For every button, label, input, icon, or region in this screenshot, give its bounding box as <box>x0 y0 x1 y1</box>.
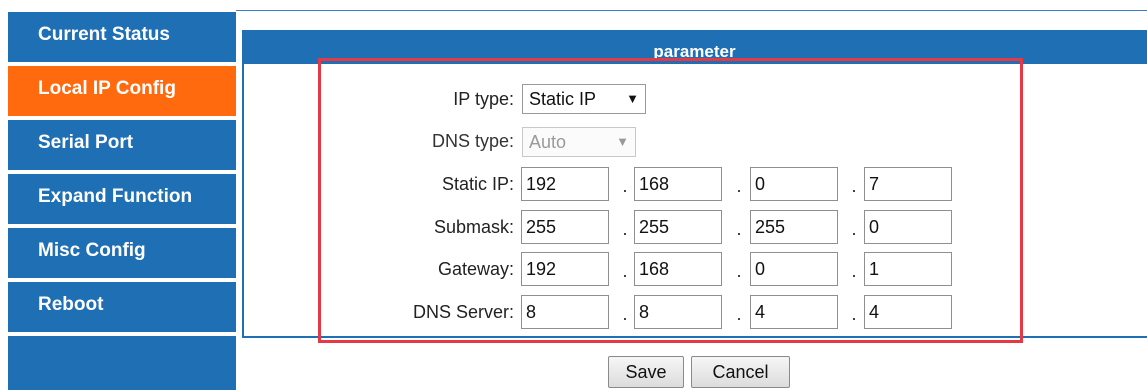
ip-type-value: Static IP <box>529 89 597 109</box>
dns-server-label: DNS Server: <box>412 302 514 322</box>
octet-separator: . <box>736 219 742 239</box>
ip-type-select[interactable]: Static IP ▼ <box>522 84 646 114</box>
submask-octet-2[interactable] <box>634 210 722 244</box>
dns-server-octet-2[interactable] <box>634 295 722 329</box>
octet-separator: . <box>736 304 742 324</box>
cancel-button[interactable]: Cancel <box>691 356 790 388</box>
sidebar-item-serial-port[interactable]: Serial Port <box>8 120 236 170</box>
sidebar-item-reboot[interactable]: Reboot <box>8 282 236 332</box>
dns-type-select[interactable]: Auto ▼ <box>522 127 636 157</box>
static-ip-label: Static IP: <box>441 174 514 194</box>
dns-server-octet-3[interactable] <box>750 295 838 329</box>
ip-type-label: IP type: <box>453 89 514 109</box>
sidebar-item-expand-function[interactable]: Expand Function <box>8 174 236 224</box>
sidebar-item-current-status[interactable]: Current Status <box>8 12 236 62</box>
static-ip-octet-1[interactable] <box>521 167 609 201</box>
octet-separator: . <box>622 261 628 281</box>
octet-separator: . <box>851 219 857 239</box>
gateway-octet-1[interactable] <box>521 252 609 286</box>
caret-down-icon: ▼ <box>616 134 629 149</box>
static-ip-octet-3[interactable] <box>750 167 838 201</box>
gateway-octet-2[interactable] <box>634 252 722 286</box>
submask-octet-1[interactable] <box>521 210 609 244</box>
octet-separator: . <box>851 176 857 196</box>
gateway-octet-4[interactable] <box>864 252 952 286</box>
sidebar-nav: Current Status Local IP Config Serial Po… <box>8 12 236 390</box>
octet-separator: . <box>622 176 628 196</box>
submask-octet-3[interactable] <box>750 210 838 244</box>
static-ip-octet-2[interactable] <box>634 167 722 201</box>
caret-down-icon: ▼ <box>626 91 639 106</box>
octet-separator: . <box>736 261 742 281</box>
submask-octet-4[interactable] <box>864 210 952 244</box>
top-divider <box>236 10 1147 11</box>
octet-separator: . <box>851 261 857 281</box>
octet-separator: . <box>851 304 857 324</box>
panel-title: parameter <box>242 30 1147 64</box>
octet-separator: . <box>622 219 628 239</box>
sidebar-divider <box>8 332 236 336</box>
octet-separator: . <box>622 304 628 324</box>
dns-server-octet-1[interactable] <box>521 295 609 329</box>
gateway-octet-3[interactable] <box>750 252 838 286</box>
sidebar-item-misc-config[interactable]: Misc Config <box>8 228 236 278</box>
dns-type-label: DNS type: <box>431 131 514 151</box>
static-ip-octet-4[interactable] <box>864 167 952 201</box>
save-button[interactable]: Save <box>608 356 684 388</box>
octet-separator: . <box>736 176 742 196</box>
submask-label: Submask: <box>433 217 514 237</box>
dns-server-octet-4[interactable] <box>864 295 952 329</box>
dns-type-value: Auto <box>529 132 567 152</box>
gateway-label: Gateway: <box>437 259 514 279</box>
sidebar-item-local-ip-config[interactable]: Local IP Config <box>8 66 236 116</box>
